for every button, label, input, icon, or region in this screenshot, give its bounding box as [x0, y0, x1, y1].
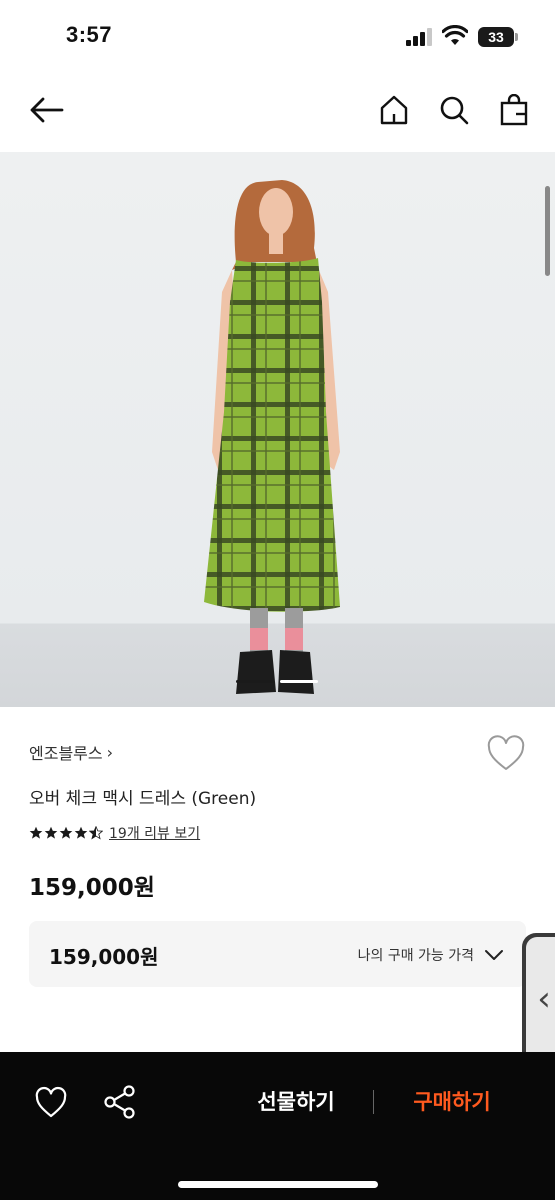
star-full-icon	[74, 826, 88, 839]
rating-row: 19개 리뷰 보기	[29, 823, 200, 843]
star-full-icon	[44, 826, 58, 839]
share-icon[interactable]	[102, 1084, 138, 1120]
wifi-icon	[442, 25, 468, 45]
star-rating	[29, 826, 103, 840]
my-price-value: 159,000원	[49, 945, 159, 969]
carousel-indicator[interactable]	[280, 680, 318, 683]
star-half-icon	[89, 826, 103, 840]
side-panel-handle[interactable]: ‹	[522, 933, 555, 1069]
search-button[interactable]	[434, 90, 474, 130]
cellular-signal-icon	[406, 28, 432, 46]
image-scroll-indicator[interactable]	[545, 186, 550, 276]
review-link[interactable]: 19개 리뷰 보기	[109, 823, 200, 843]
my-price-label: 나의 구매 가능 가격	[357, 948, 474, 964]
chevron-down-icon	[485, 950, 503, 960]
product-name: 오버 체크 맥시 드레스 (Green)	[29, 789, 257, 809]
home-indicator[interactable]	[178, 1181, 378, 1188]
top-nav-bar	[0, 72, 555, 152]
wishlist-heart-icon[interactable]	[486, 735, 526, 773]
chevron-left-icon: ‹	[537, 979, 551, 1019]
carousel-indicator-active[interactable]	[236, 680, 274, 683]
like-heart-icon[interactable]	[34, 1086, 68, 1120]
gift-button[interactable]: 선물하기	[236, 1082, 356, 1122]
model-photo	[204, 180, 340, 694]
divider	[373, 1090, 374, 1114]
chevron-right-icon: ›	[106, 742, 114, 762]
status-bar: 3:57 33	[0, 0, 555, 72]
status-time: 3:57	[66, 22, 113, 47]
buy-button[interactable]: 구매하기	[392, 1082, 512, 1122]
my-price-dropdown[interactable]: 159,000원 나의 구매 가능 가격	[29, 921, 526, 987]
shopping-bag-button[interactable]	[494, 90, 534, 130]
battery-level: 33	[488, 29, 504, 45]
product-image[interactable]	[0, 152, 555, 707]
brand-link[interactable]: 엔조블루스 ›	[29, 740, 113, 764]
star-full-icon	[59, 826, 73, 839]
back-button[interactable]	[26, 90, 66, 130]
shopping-bag-icon	[500, 94, 528, 126]
brand-name: 엔조블루스	[29, 744, 103, 763]
product-price: 159,000원	[29, 875, 155, 901]
star-full-icon	[29, 826, 43, 839]
battery-icon: 33	[478, 27, 518, 47]
back-arrow-icon	[30, 97, 64, 123]
home-button[interactable]	[374, 90, 414, 130]
bottom-action-bar: 선물하기 구매하기	[0, 1052, 555, 1200]
home-icon	[380, 95, 408, 125]
search-icon	[440, 96, 469, 125]
